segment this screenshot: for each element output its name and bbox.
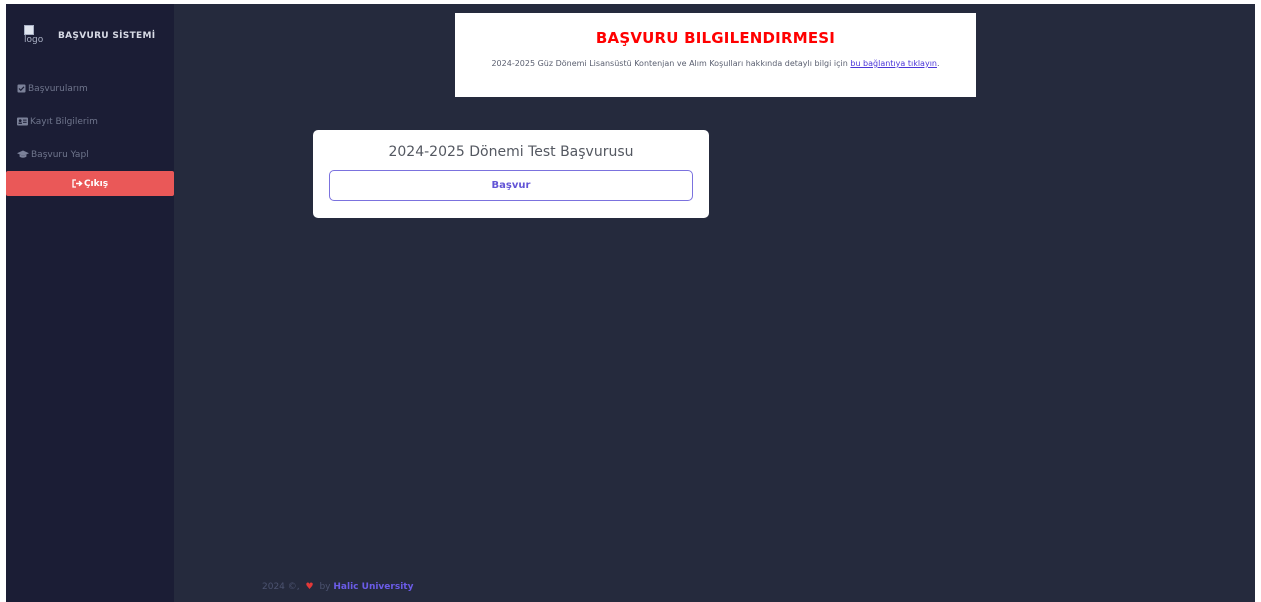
sign-out-icon (72, 179, 83, 188)
application-card-title: 2024-2025 Dönemi Test Başvurusu (388, 144, 634, 160)
broken-image-icon (24, 25, 34, 35)
sidebar-nav: Başvurularım Kayıt Bilgilerim Başvuru Ya… (6, 72, 174, 171)
sidebar-item-label: Başvurularım (28, 83, 88, 94)
logo-alt-text: logo (24, 35, 44, 45)
apply-button[interactable]: Başvur (329, 170, 693, 201)
info-link[interactable]: bu bağlantıya tıklayın (850, 59, 937, 68)
checkbox-icon (17, 84, 26, 93)
id-card-icon (17, 117, 28, 126)
graduation-cap-icon (17, 150, 29, 159)
footer-brand-link[interactable]: Halic University (333, 582, 413, 592)
sidebar-item-label: Başvuru Yapl (31, 149, 89, 160)
logout-label: Çıkış (83, 178, 109, 189)
info-panel: BAŞVURU BILGILENDIRMESI 2024-2025 Güz Dö… (455, 13, 976, 97)
sidebar: logo BAŞVURU SİSTEMİ Başvurularım Kayıt … (6, 4, 174, 602)
info-text: 2024-2025 Güz Dönemi Lisansüstü Kontenja… (455, 59, 976, 68)
footer-by: by (319, 582, 331, 592)
sidebar-item-registration-info[interactable]: Kayıt Bilgilerim (6, 105, 174, 138)
footer-copyright: 2024 ©, (262, 582, 300, 592)
app-window: logo BAŞVURU SİSTEMİ Başvurularım Kayıt … (6, 4, 1255, 602)
brand: logo BAŞVURU SİSTEMİ (6, 4, 174, 68)
info-text-body: 2024-2025 Güz Dönemi Lisansüstü Kontenja… (491, 59, 851, 68)
brand-title: BAŞVURU SİSTEMİ (58, 31, 156, 41)
logo-image: logo (24, 25, 46, 47)
info-text-end: . (937, 59, 940, 68)
sidebar-item-apply[interactable]: Başvuru Yapl (6, 138, 174, 171)
heart-icon: ♥ (305, 582, 314, 592)
main-content: BAŞVURU BILGILENDIRMESI 2024-2025 Güz Dö… (174, 4, 1255, 602)
sidebar-item-applications[interactable]: Başvurularım (6, 72, 174, 105)
footer: 2024 ©, ♥ by Halic University (262, 582, 413, 592)
sidebar-item-label: Kayıt Bilgilerim (30, 116, 98, 127)
application-card: 2024-2025 Dönemi Test Başvurusu Başvur (313, 130, 709, 218)
logout-button[interactable]: Çıkış (6, 171, 174, 196)
info-title: BAŞVURU BILGILENDIRMESI (595, 29, 836, 47)
